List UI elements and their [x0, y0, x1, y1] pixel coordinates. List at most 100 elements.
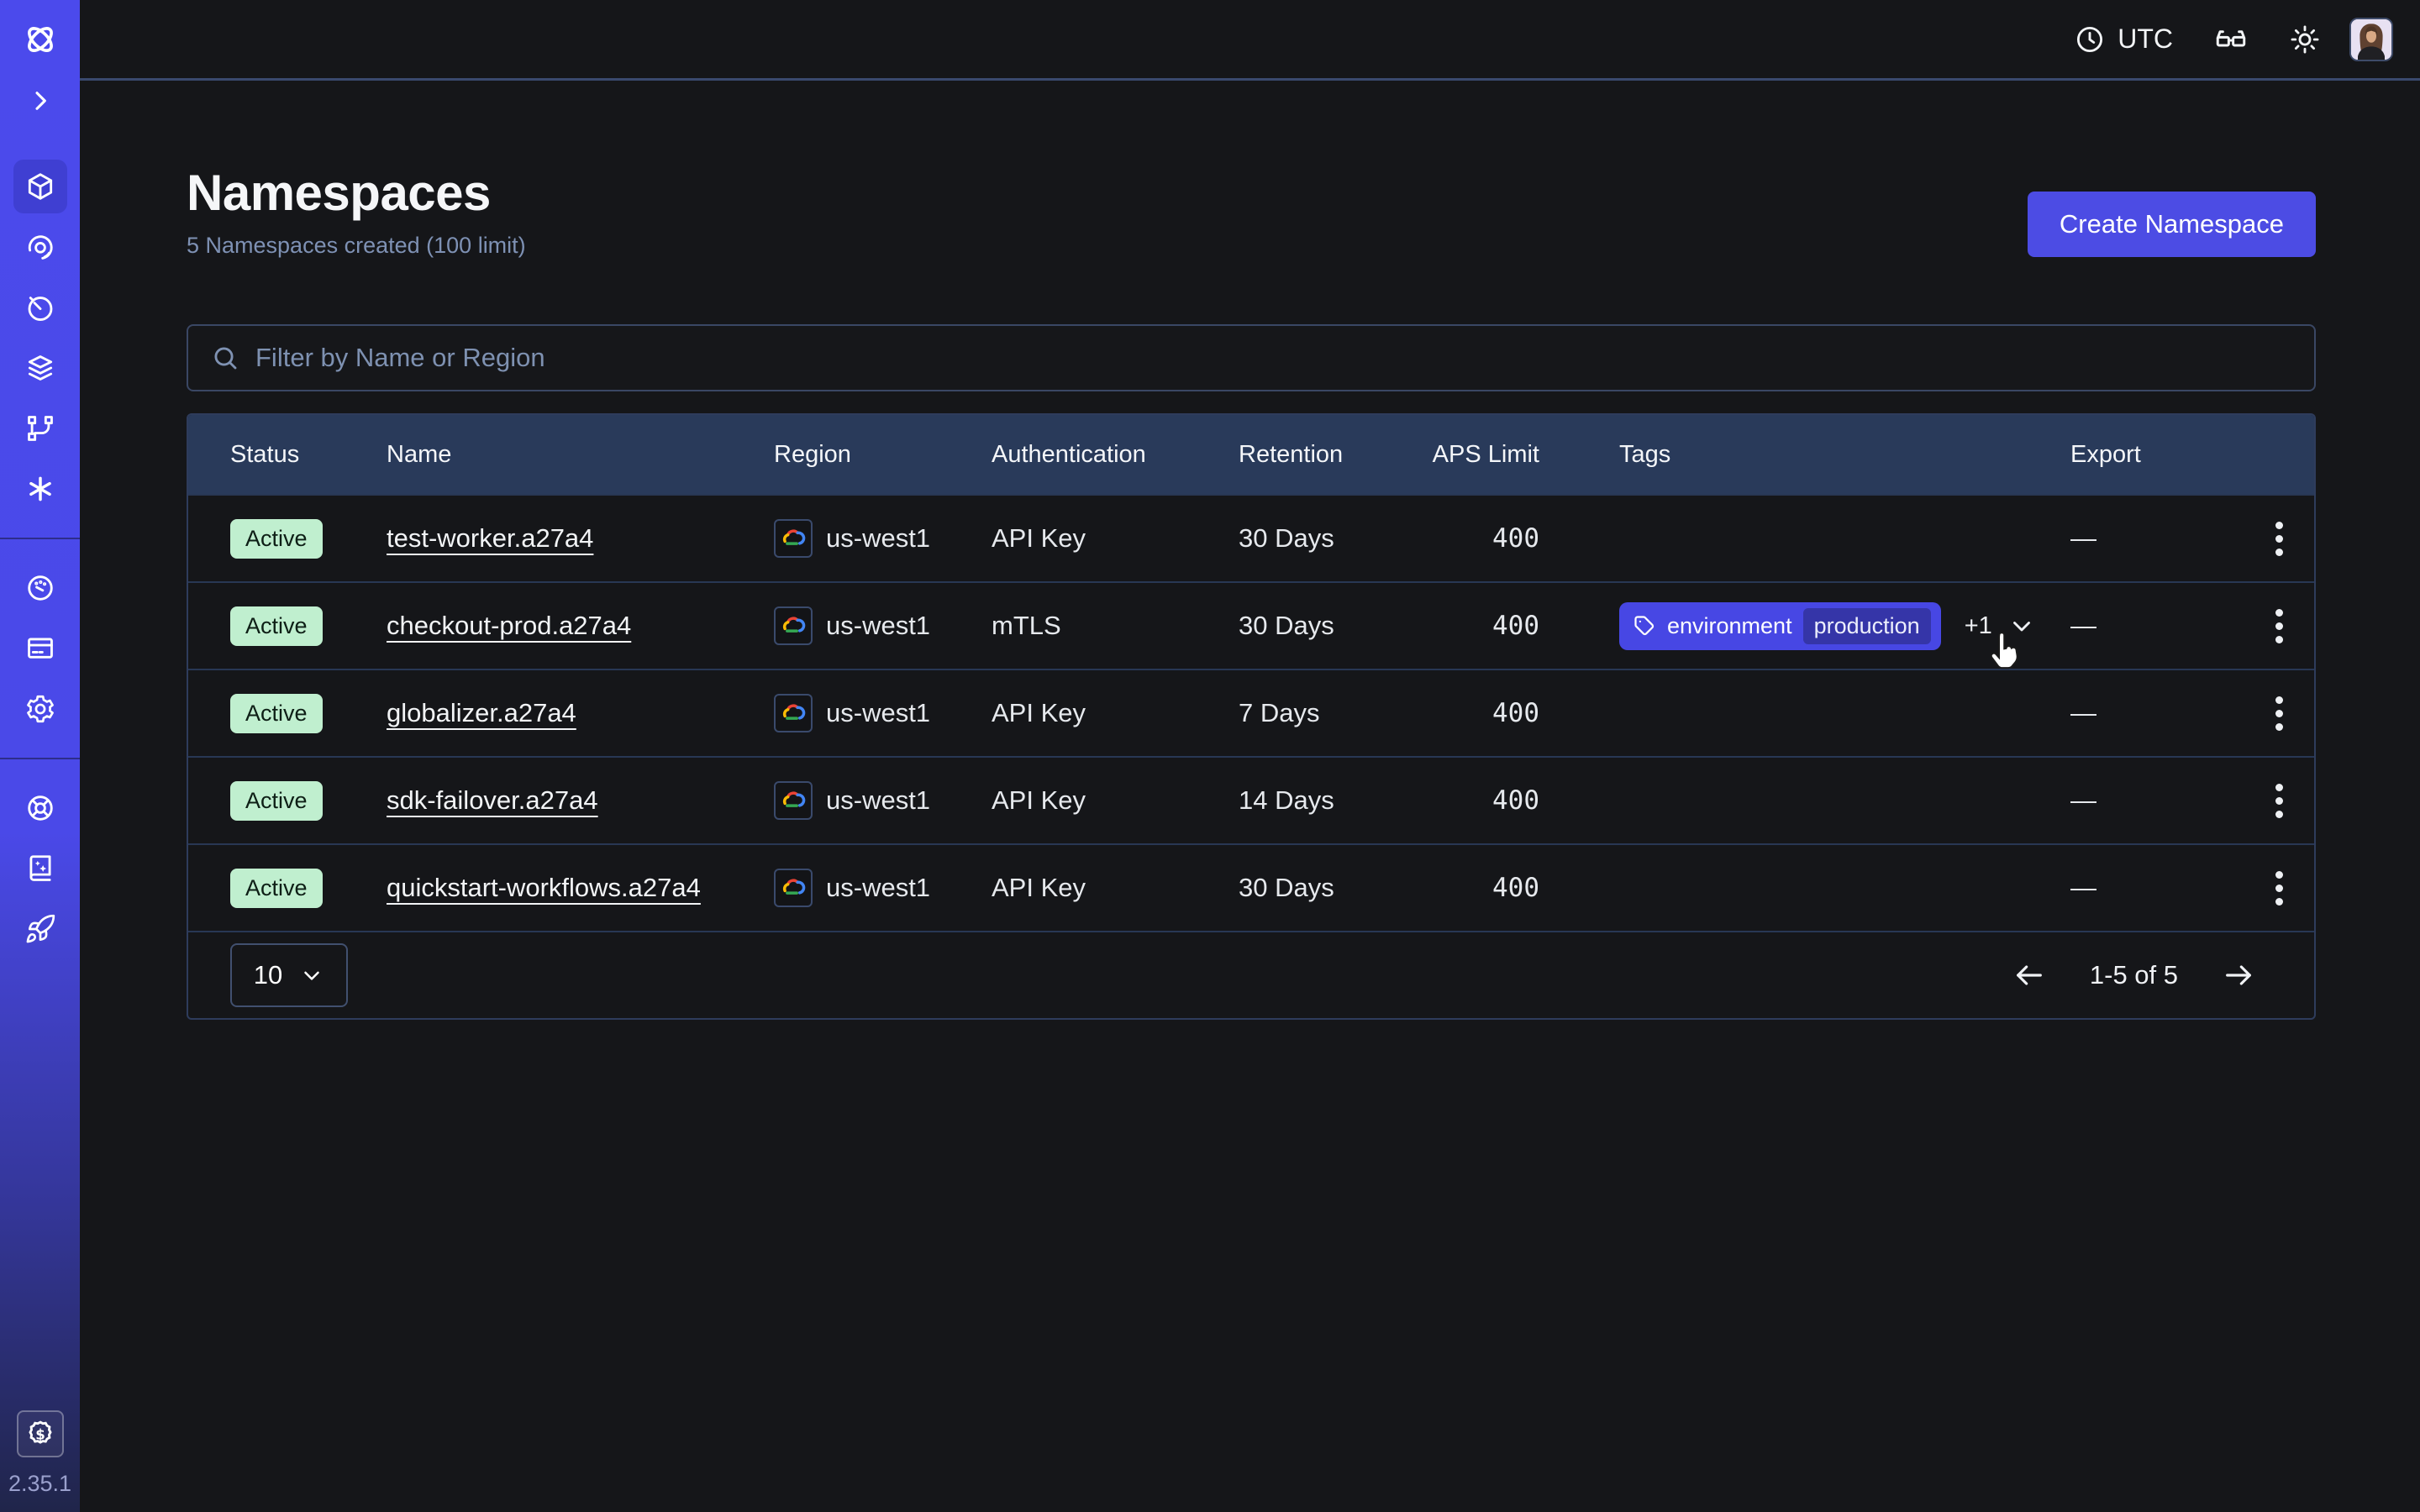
sidebar-item-deployments[interactable]	[13, 402, 67, 455]
user-avatar[interactable]	[2349, 18, 2393, 61]
export-value: —	[2070, 611, 2240, 641]
sidebar-expand-button[interactable]	[22, 82, 59, 119]
table-header-row: Status Name Region Authentication Retent…	[188, 415, 2314, 494]
export-value: —	[2070, 873, 2240, 903]
chevron-down-icon	[2007, 612, 2036, 640]
credits-button[interactable]: $	[17, 1410, 64, 1457]
retention-label: 30 Days	[1239, 611, 1431, 641]
export-value: —	[2070, 523, 2240, 554]
prev-page-button[interactable]	[2012, 958, 2046, 992]
sidebar-item-monitors[interactable]	[13, 220, 67, 274]
status-badge: Active	[230, 694, 323, 733]
aps-limit-value: 400	[1431, 698, 1539, 728]
page-subtitle: 5 Namespaces created (100 limit)	[187, 231, 526, 260]
aps-limit-value: 400	[1431, 785, 1539, 816]
namespace-link[interactable]: sdk-failover.a27a4	[387, 785, 598, 815]
branch-icon	[24, 412, 56, 444]
row-menu-button[interactable]	[2275, 696, 2283, 731]
tag-pill[interactable]: environment production	[1619, 602, 1941, 650]
temporal-logo	[21, 20, 60, 59]
status-badge: Active	[230, 519, 323, 559]
auth-label: API Key	[992, 873, 1239, 903]
sidebar-divider	[0, 758, 80, 759]
next-page-button[interactable]	[2222, 958, 2255, 992]
sun-icon	[2289, 24, 2321, 55]
gear-icon	[24, 693, 56, 725]
row-menu-button[interactable]	[2275, 522, 2283, 556]
lifebuoy-icon	[24, 792, 56, 824]
create-namespace-button[interactable]: Create Namespace	[2028, 192, 2316, 257]
namespace-link[interactable]: test-worker.a27a4	[387, 523, 593, 553]
aps-limit-value: 400	[1431, 611, 1539, 641]
region-label: us-west1	[826, 611, 930, 641]
retention-label: 30 Days	[1239, 523, 1431, 554]
sidebar-item-support[interactable]	[13, 781, 67, 835]
retention-label: 30 Days	[1239, 873, 1431, 903]
retention-label: 7 Days	[1239, 698, 1431, 728]
sidebar-item-namespaces[interactable]	[13, 160, 67, 213]
export-value: —	[2070, 698, 2240, 728]
glasses-icon	[2213, 22, 2249, 57]
col-tags: Tags	[1539, 441, 2070, 469]
tags-expand-button[interactable]	[2007, 612, 2036, 640]
labs-toggle[interactable]	[2213, 22, 2249, 57]
pagination-controls: 1-5 of 5	[2012, 958, 2255, 992]
page-size-select[interactable]: 10	[230, 943, 348, 1007]
region-label: us-west1	[826, 523, 930, 554]
chevron-right-icon	[27, 87, 54, 114]
timezone-selector[interactable]: UTC	[2074, 24, 2173, 55]
namespace-link[interactable]: quickstart-workflows.a27a4	[387, 873, 701, 902]
col-aps-limit: APS Limit	[1431, 441, 1539, 469]
sidebar-nav	[0, 119, 80, 956]
aps-limit-value: 400	[1431, 523, 1539, 554]
sidebar-item-stack[interactable]	[13, 341, 67, 395]
gcp-cloud-icon	[774, 519, 813, 558]
search-icon	[210, 343, 240, 373]
sidebar-item-usage[interactable]	[13, 561, 67, 615]
auth-label: API Key	[992, 523, 1239, 554]
main-content: Namespaces 5 Namespaces created (100 lim…	[80, 83, 2420, 1512]
timer-icon	[24, 291, 56, 323]
row-menu-button[interactable]	[2275, 784, 2283, 818]
dollar-badge-icon: $	[24, 1418, 56, 1450]
tag-icon	[1633, 614, 1656, 638]
col-region: Region	[774, 441, 992, 469]
filter-bar	[187, 324, 2316, 391]
col-retention: Retention	[1239, 441, 1431, 469]
table-row: Active sdk-failover.a27a4 us-west1 API K…	[188, 756, 2314, 843]
pagination-range: 1-5 of 5	[2090, 960, 2178, 990]
sidebar-item-settings[interactable]	[13, 682, 67, 736]
col-name: Name	[387, 441, 774, 469]
tag-value: production	[1803, 608, 1931, 644]
filter-input[interactable]	[255, 343, 2292, 373]
gauge-icon	[24, 572, 56, 604]
region-label: us-west1	[826, 698, 930, 728]
sidebar-item-nexus[interactable]	[13, 462, 67, 516]
theme-toggle[interactable]	[2289, 24, 2321, 55]
row-menu-button[interactable]	[2275, 609, 2283, 643]
tags-more-count: +1	[1965, 612, 1992, 640]
gcp-cloud-icon	[774, 781, 813, 820]
namespace-link[interactable]: checkout-prod.a27a4	[387, 611, 631, 640]
namespace-link[interactable]: globalizer.a27a4	[387, 698, 576, 727]
table-footer: 10 1-5 of 5	[188, 931, 2314, 1018]
cube-icon	[24, 171, 56, 202]
sidebar-item-schedules[interactable]	[13, 281, 67, 334]
table-row: Active checkout-prod.a27a4 us-west1 mTLS…	[188, 581, 2314, 669]
sidebar-item-getting-started[interactable]	[13, 902, 67, 956]
col-authentication: Authentication	[992, 441, 1239, 469]
chevron-down-icon	[299, 963, 324, 988]
table-row: Active test-worker.a27a4 us-west1 API Ke…	[188, 494, 2314, 581]
orbit-icon	[24, 231, 56, 263]
auth-label: mTLS	[992, 611, 1239, 641]
rocket-icon	[24, 913, 56, 945]
aps-limit-value: 400	[1431, 873, 1539, 903]
tag-key: environment	[1667, 613, 1792, 639]
page-size-value: 10	[254, 960, 282, 990]
sidebar-item-billing[interactable]	[13, 622, 67, 675]
gcp-cloud-icon	[774, 694, 813, 732]
sidebar-item-docs[interactable]	[13, 842, 67, 895]
auth-label: API Key	[992, 698, 1239, 728]
row-menu-button[interactable]	[2275, 871, 2283, 906]
topbar: UTC	[80, 0, 2420, 81]
